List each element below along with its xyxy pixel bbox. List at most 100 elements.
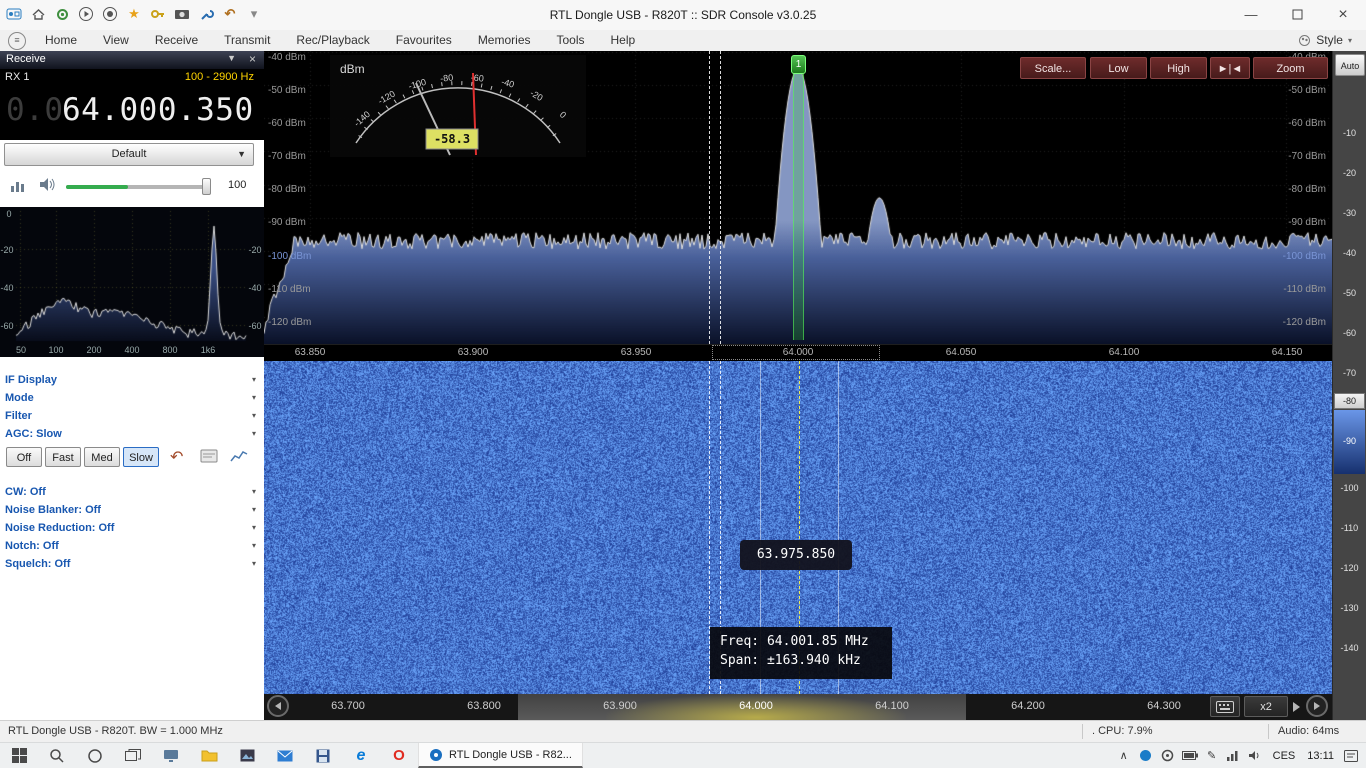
nav-frequency-label: 63.700 (322, 700, 374, 712)
chevron-down-icon[interactable]: ▾ (252, 487, 256, 496)
audio-y-label: -60 (246, 321, 264, 331)
menu-help[interactable]: Help (598, 30, 649, 51)
high-button[interactable]: High (1150, 57, 1207, 79)
nav-frequency-label: 64.200 (1002, 700, 1054, 712)
noise-reduction-link[interactable]: Noise Reduction: Off (5, 522, 114, 534)
close-button[interactable]: × (1320, 0, 1366, 29)
chevron-down-icon[interactable]: ▾ (252, 411, 256, 420)
agc-fast-button[interactable]: Fast (45, 447, 81, 467)
task-app-icon (429, 748, 443, 762)
battery-icon[interactable] (1179, 743, 1201, 768)
search-icon[interactable] (38, 743, 76, 768)
style-label: Style (1316, 30, 1343, 51)
task-view-icon[interactable] (114, 743, 152, 768)
agc-slow-button[interactable]: Slow (123, 447, 159, 467)
y-axis-label: -70 dBm (268, 151, 306, 162)
scale-button[interactable]: Scale... (1020, 57, 1086, 79)
menu-memories[interactable]: Memories (465, 30, 544, 51)
style-menu[interactable]: Style ▾ (1298, 30, 1352, 51)
nav-frequency-label: 64.000 (730, 700, 782, 712)
taskbar-active-task[interactable]: RTL Dongle USB - R82... (418, 743, 583, 768)
zoom-button[interactable]: Zoom (1253, 57, 1328, 79)
cortana-icon[interactable] (76, 743, 114, 768)
clock[interactable]: 13:11 (1301, 750, 1340, 762)
receive-panel-header: Receive ▼ × (0, 51, 264, 69)
browser-tray-icon[interactable] (1135, 743, 1157, 768)
menu-transmit[interactable]: Transmit (211, 30, 283, 51)
nav-scroll-right-button[interactable] (1306, 695, 1328, 717)
volume-icon[interactable] (1245, 743, 1267, 768)
center-button[interactable]: ►|◄ (1210, 57, 1250, 79)
save-icon[interactable] (304, 743, 342, 768)
notch-link[interactable]: Notch: Off (5, 540, 59, 552)
hidden-icons-chevron[interactable]: ∧ (1113, 743, 1135, 768)
chevron-down-icon[interactable]: ▾ (252, 559, 256, 568)
chevron-down-icon[interactable]: ▾ (252, 541, 256, 550)
menu-rec-playback[interactable]: Rec/Playback (283, 30, 382, 51)
start-button[interactable] (0, 743, 38, 768)
mode-link[interactable]: Mode (5, 392, 34, 404)
range-low-handle[interactable]: -90 (1334, 410, 1365, 474)
filter-link[interactable]: Filter (5, 410, 32, 422)
chevron-down-icon[interactable]: ▾ (252, 429, 256, 438)
memo-icon[interactable] (200, 449, 218, 468)
chevron-down-icon[interactable]: ▾ (252, 505, 256, 514)
auto-range-button[interactable]: Auto (1335, 54, 1365, 76)
opera-icon[interactable]: O (380, 743, 418, 768)
pen-icon[interactable]: ✎ (1201, 743, 1223, 768)
language-indicator[interactable]: CES (1267, 750, 1302, 762)
menu-favourites[interactable]: Favourites (383, 30, 465, 51)
chevron-down-icon[interactable]: ▾ (252, 523, 256, 532)
maximize-button[interactable] (1274, 0, 1320, 29)
y-axis-label: -100 dBm (268, 251, 311, 262)
equalizer-icon[interactable] (10, 177, 26, 198)
keyboard-entry-button[interactable] (1210, 696, 1240, 717)
pinned-app-monitor-icon[interactable] (152, 743, 190, 768)
agc-med-button[interactable]: Med (84, 447, 120, 467)
panel-close-icon[interactable]: × (249, 52, 256, 66)
nav-step-right-icon[interactable] (1293, 702, 1300, 712)
windows-taskbar: e O RTL Dongle USB - R82... ∧ ✎ CES 13:1… (0, 742, 1366, 768)
tuning-band[interactable] (793, 74, 804, 340)
file-explorer-icon[interactable] (190, 743, 228, 768)
dsp-row: Noise Reduction: Off ▾ (0, 520, 264, 538)
mail-icon[interactable] (266, 743, 304, 768)
cw-link[interactable]: CW: Off (5, 486, 46, 498)
photos-icon[interactable] (228, 743, 266, 768)
range-tick: -10 (1333, 128, 1366, 138)
zoom-x2-button[interactable]: x2 (1244, 696, 1288, 717)
minimize-button[interactable]: — (1228, 0, 1274, 29)
nav-scroll-left-button[interactable] (267, 695, 289, 717)
agc-link[interactable]: AGC: Slow (5, 428, 62, 440)
sdr-console-window: ★ ↶ ▾ RTL Dongle USB - R820T :: SDR Cons… (0, 0, 1366, 768)
speaker-icon[interactable] (38, 176, 56, 198)
noise-blanker-link[interactable]: Noise Blanker: Off (5, 504, 101, 516)
audio-y-label: -40 (0, 283, 14, 293)
tuning-marker[interactable]: 1 (791, 55, 806, 74)
undo-icon[interactable]: ↶ (170, 447, 183, 467)
x-axis-label: 63.900 (447, 347, 499, 358)
panel-collapse-icon[interactable]: ▼ (227, 53, 236, 63)
chart-icon[interactable] (230, 449, 248, 468)
menu-tools[interactable]: Tools (544, 30, 598, 51)
network-icon[interactable] (1223, 743, 1245, 768)
window-controls: — × (1228, 0, 1366, 29)
chevron-down-icon[interactable]: ▾ (252, 393, 256, 402)
menu-view[interactable]: View (90, 30, 142, 51)
squelch-link[interactable]: Squelch: Off (5, 558, 70, 570)
chevron-down-icon[interactable]: ▾ (252, 375, 256, 384)
menu-receive[interactable]: Receive (142, 30, 211, 51)
low-button[interactable]: Low (1090, 57, 1147, 79)
if-display-link[interactable]: IF Display (5, 374, 57, 386)
volume-slider-handle[interactable] (202, 178, 211, 195)
app-menu-icon[interactable]: ≡ (8, 32, 26, 50)
agc-off-button[interactable]: Off (6, 447, 42, 467)
frequency-display[interactable]: 0.0 64.000.350 (0, 87, 264, 140)
menu-home[interactable]: Home (32, 30, 90, 51)
edge-icon[interactable]: e (342, 743, 380, 768)
sync-tray-icon[interactable] (1157, 743, 1179, 768)
range-high-handle[interactable]: -80 (1334, 393, 1365, 409)
window-title: RTL Dongle USB - R820T :: SDR Console v3… (0, 8, 1366, 22)
action-center-icon[interactable] (1340, 743, 1362, 768)
preset-dropdown[interactable]: Default ▼ (4, 143, 254, 166)
